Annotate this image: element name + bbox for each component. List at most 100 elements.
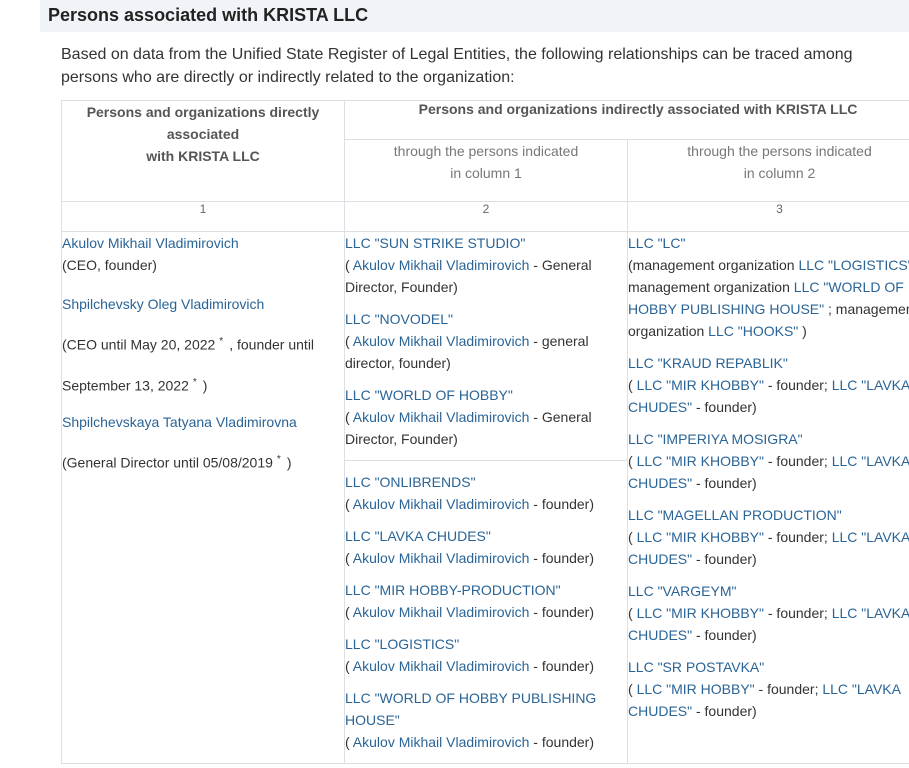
- relation-role: - founder): [692, 475, 757, 491]
- footnote-mark: *: [192, 376, 197, 388]
- header-indirect: Persons and organizations indirectly ass…: [344, 99, 909, 141]
- organization-link[interactable]: LLC "LOGISTICS": [798, 257, 909, 273]
- person-link[interactable]: Akulov Mikhail Vladimirovich: [353, 604, 530, 620]
- person-link[interactable]: Shpilchevskaya Tatyana Vladimirovna: [62, 414, 297, 430]
- person-link[interactable]: Akulov Mikhail Vladimirovich: [353, 734, 530, 750]
- paren: (: [628, 529, 633, 545]
- person-role: ): [286, 454, 292, 471]
- organization-link[interactable]: LLC "VARGEYM": [628, 583, 737, 599]
- list-item: LLC "SR POSTAVKA" ( LLC "MIR HOBBY" - fo…: [628, 656, 909, 722]
- organization-link[interactable]: LLC "MAGELLAN PRODUCTION": [628, 507, 842, 523]
- paren: (: [345, 658, 350, 674]
- list-item: Shpilchevsky Oleg Vladimirovich (CEO unt…: [62, 286, 344, 404]
- person-role: (CEO until May 20, 2022: [62, 336, 216, 353]
- header-col3: through the persons indicated in column …: [627, 139, 909, 202]
- relation-role: - founder): [529, 658, 595, 674]
- list-item: Akulov Mikhail Vladimirovich (CEO, found…: [62, 232, 344, 276]
- paren: (: [345, 333, 350, 349]
- indirect-col3-cell: LLC "LC" (management organization LLC "L…: [627, 231, 909, 764]
- paren: (: [345, 734, 350, 750]
- person-link[interactable]: Shpilchevsky Oleg Vladimirovich: [62, 296, 264, 312]
- list-item: LLC "WORLD OF HOBBY PUBLISHING HOUSE" ( …: [345, 687, 627, 753]
- list-item: LLC "WORLD OF HOBBY" ( Akulov Mikhail Vl…: [345, 384, 627, 450]
- header-col3-line2: in column 2: [743, 165, 816, 182]
- relation-role: - founder): [529, 550, 595, 566]
- organization-link[interactable]: LLC "IMPERIYA MOSIGRA": [628, 431, 803, 447]
- relation-role: - founder): [692, 551, 757, 567]
- organization-link[interactable]: LLC "NOVODEL": [345, 311, 453, 327]
- paren: (: [345, 604, 350, 620]
- relation-role: - founder;: [763, 529, 832, 545]
- organization-link[interactable]: LLC "MIR KHOBBY": [637, 529, 764, 545]
- organization-link[interactable]: LLC "SR POSTAVKA": [628, 659, 764, 675]
- footnote-mark: *: [219, 336, 224, 347]
- relation-role: - founder): [692, 627, 757, 643]
- relation-role: - founder;: [763, 453, 832, 469]
- list-item: LLC "LAVKA CHUDES" ( Akulov Mikhail Vlad…: [345, 525, 627, 569]
- relationships-table: Persons and organizations directly assoc…: [61, 99, 909, 764]
- person-link[interactable]: Akulov Mikhail Vladimirovich: [353, 333, 530, 349]
- organization-link[interactable]: LLC "LOGISTICS": [345, 636, 459, 652]
- person-role: (General Director until 05/08/2019: [62, 454, 273, 471]
- list-item: LLC "IMPERIYA MOSIGRA" ( LLC "MIR KHOBBY…: [628, 428, 909, 494]
- header-direct: Persons and organizations directly assoc…: [61, 100, 345, 202]
- header-direct-line1: Persons and organizations directly assoc…: [86, 104, 320, 142]
- divider: [345, 460, 627, 461]
- list-item: LLC "NOVODEL" ( Akulov Mikhail Vladimiro…: [345, 308, 627, 374]
- relation-role: - founder): [529, 496, 595, 512]
- column-number-2: 2: [344, 201, 628, 232]
- organization-link[interactable]: LLC "MIR KHOBBY": [637, 605, 764, 621]
- indirect-col2-cell: LLC "SUN STRIKE STUDIO" ( Akulov Mikhail…: [344, 231, 628, 764]
- paren: (: [345, 496, 350, 512]
- organization-link[interactable]: LLC "LAVKA CHUDES": [345, 528, 491, 544]
- paren: (: [345, 257, 350, 273]
- column-number-1: 1: [61, 201, 345, 232]
- relation-role: - founder;: [754, 681, 823, 697]
- section-header: Persons associated with KRISTA LLC: [40, 0, 909, 32]
- organization-link[interactable]: LLC "MIR HOBBY-PRODUCTION": [345, 582, 561, 598]
- organization-link[interactable]: LLC "MIR KHOBBY": [637, 453, 764, 469]
- organization-link[interactable]: LLC "SUN STRIKE STUDIO": [345, 235, 525, 251]
- relation-role: - founder): [692, 703, 757, 719]
- list-item: LLC "KRAUD REPABLIK" ( LLC "MIR KHOBBY" …: [628, 352, 909, 418]
- list-item: Shpilchevskaya Tatyana Vladimirovna (Gen…: [62, 404, 344, 482]
- relation-role: - founder;: [763, 605, 832, 621]
- organization-link[interactable]: LLC "KRAUD REPABLIK": [628, 355, 788, 371]
- page-title: Persons associated with KRISTA LLC: [48, 5, 369, 25]
- organization-link[interactable]: LLC "HOOKS": [708, 323, 798, 339]
- person-link[interactable]: Akulov Mikhail Vladimirovich: [353, 658, 530, 674]
- person-link[interactable]: Akulov Mikhail Vladimirovich: [353, 257, 530, 273]
- list-item: LLC "SUN STRIKE STUDIO" ( Akulov Mikhail…: [345, 232, 627, 298]
- person-link[interactable]: Akulov Mikhail Vladimirovich: [353, 550, 530, 566]
- organization-link[interactable]: LLC "MIR HOBBY": [637, 681, 755, 697]
- paren: (: [628, 453, 633, 469]
- list-item: LLC "MAGELLAN PRODUCTION" ( LLC "MIR KHO…: [628, 504, 909, 570]
- relation-role: - founder): [692, 399, 757, 415]
- person-role: September 13, 2022: [62, 377, 189, 394]
- relation-role: - founder): [529, 734, 595, 750]
- paren: (: [628, 681, 633, 697]
- organization-link[interactable]: LLC "ONLIBRENDS": [345, 474, 476, 490]
- person-link[interactable]: Akulov Mikhail Vladimirovich: [353, 496, 530, 512]
- relation-role: (management organization: [628, 257, 799, 273]
- header-direct-line2: with KRISTA LLC: [146, 148, 260, 164]
- list-item: LLC "LOGISTICS" ( Akulov Mikhail Vladimi…: [345, 633, 627, 677]
- direct-persons-cell: Akulov Mikhail Vladimirovich (CEO, found…: [61, 231, 345, 764]
- list-item: LLC "ONLIBRENDS" ( Akulov Mikhail Vladim…: [345, 471, 627, 515]
- person-link[interactable]: Akulov Mikhail Vladimirovich: [353, 409, 530, 425]
- list-item: LLC "VARGEYM" ( LLC "MIR KHOBBY" - found…: [628, 580, 909, 646]
- relation-role: - founder;: [763, 377, 832, 393]
- column-number-3: 3: [627, 201, 909, 232]
- relation-role: ): [798, 323, 807, 339]
- paren: (: [628, 377, 633, 393]
- organization-link[interactable]: LLC "WORLD OF HOBBY": [345, 387, 513, 403]
- list-item: LLC "LC" (management organization LLC "L…: [628, 232, 909, 342]
- person-link[interactable]: Akulov Mikhail Vladimirovich: [62, 235, 239, 251]
- paren: (: [345, 409, 350, 425]
- footnote-mark: *: [276, 454, 281, 466]
- organization-link[interactable]: LLC "WORLD OF HOBBY PUBLISHING HOUSE": [345, 690, 596, 728]
- organization-link[interactable]: LLC "LC": [628, 235, 685, 251]
- header-col2: through the persons indicated in column …: [344, 139, 628, 202]
- person-role: , founder until: [229, 336, 315, 353]
- organization-link[interactable]: LLC "MIR KHOBBY": [637, 377, 764, 393]
